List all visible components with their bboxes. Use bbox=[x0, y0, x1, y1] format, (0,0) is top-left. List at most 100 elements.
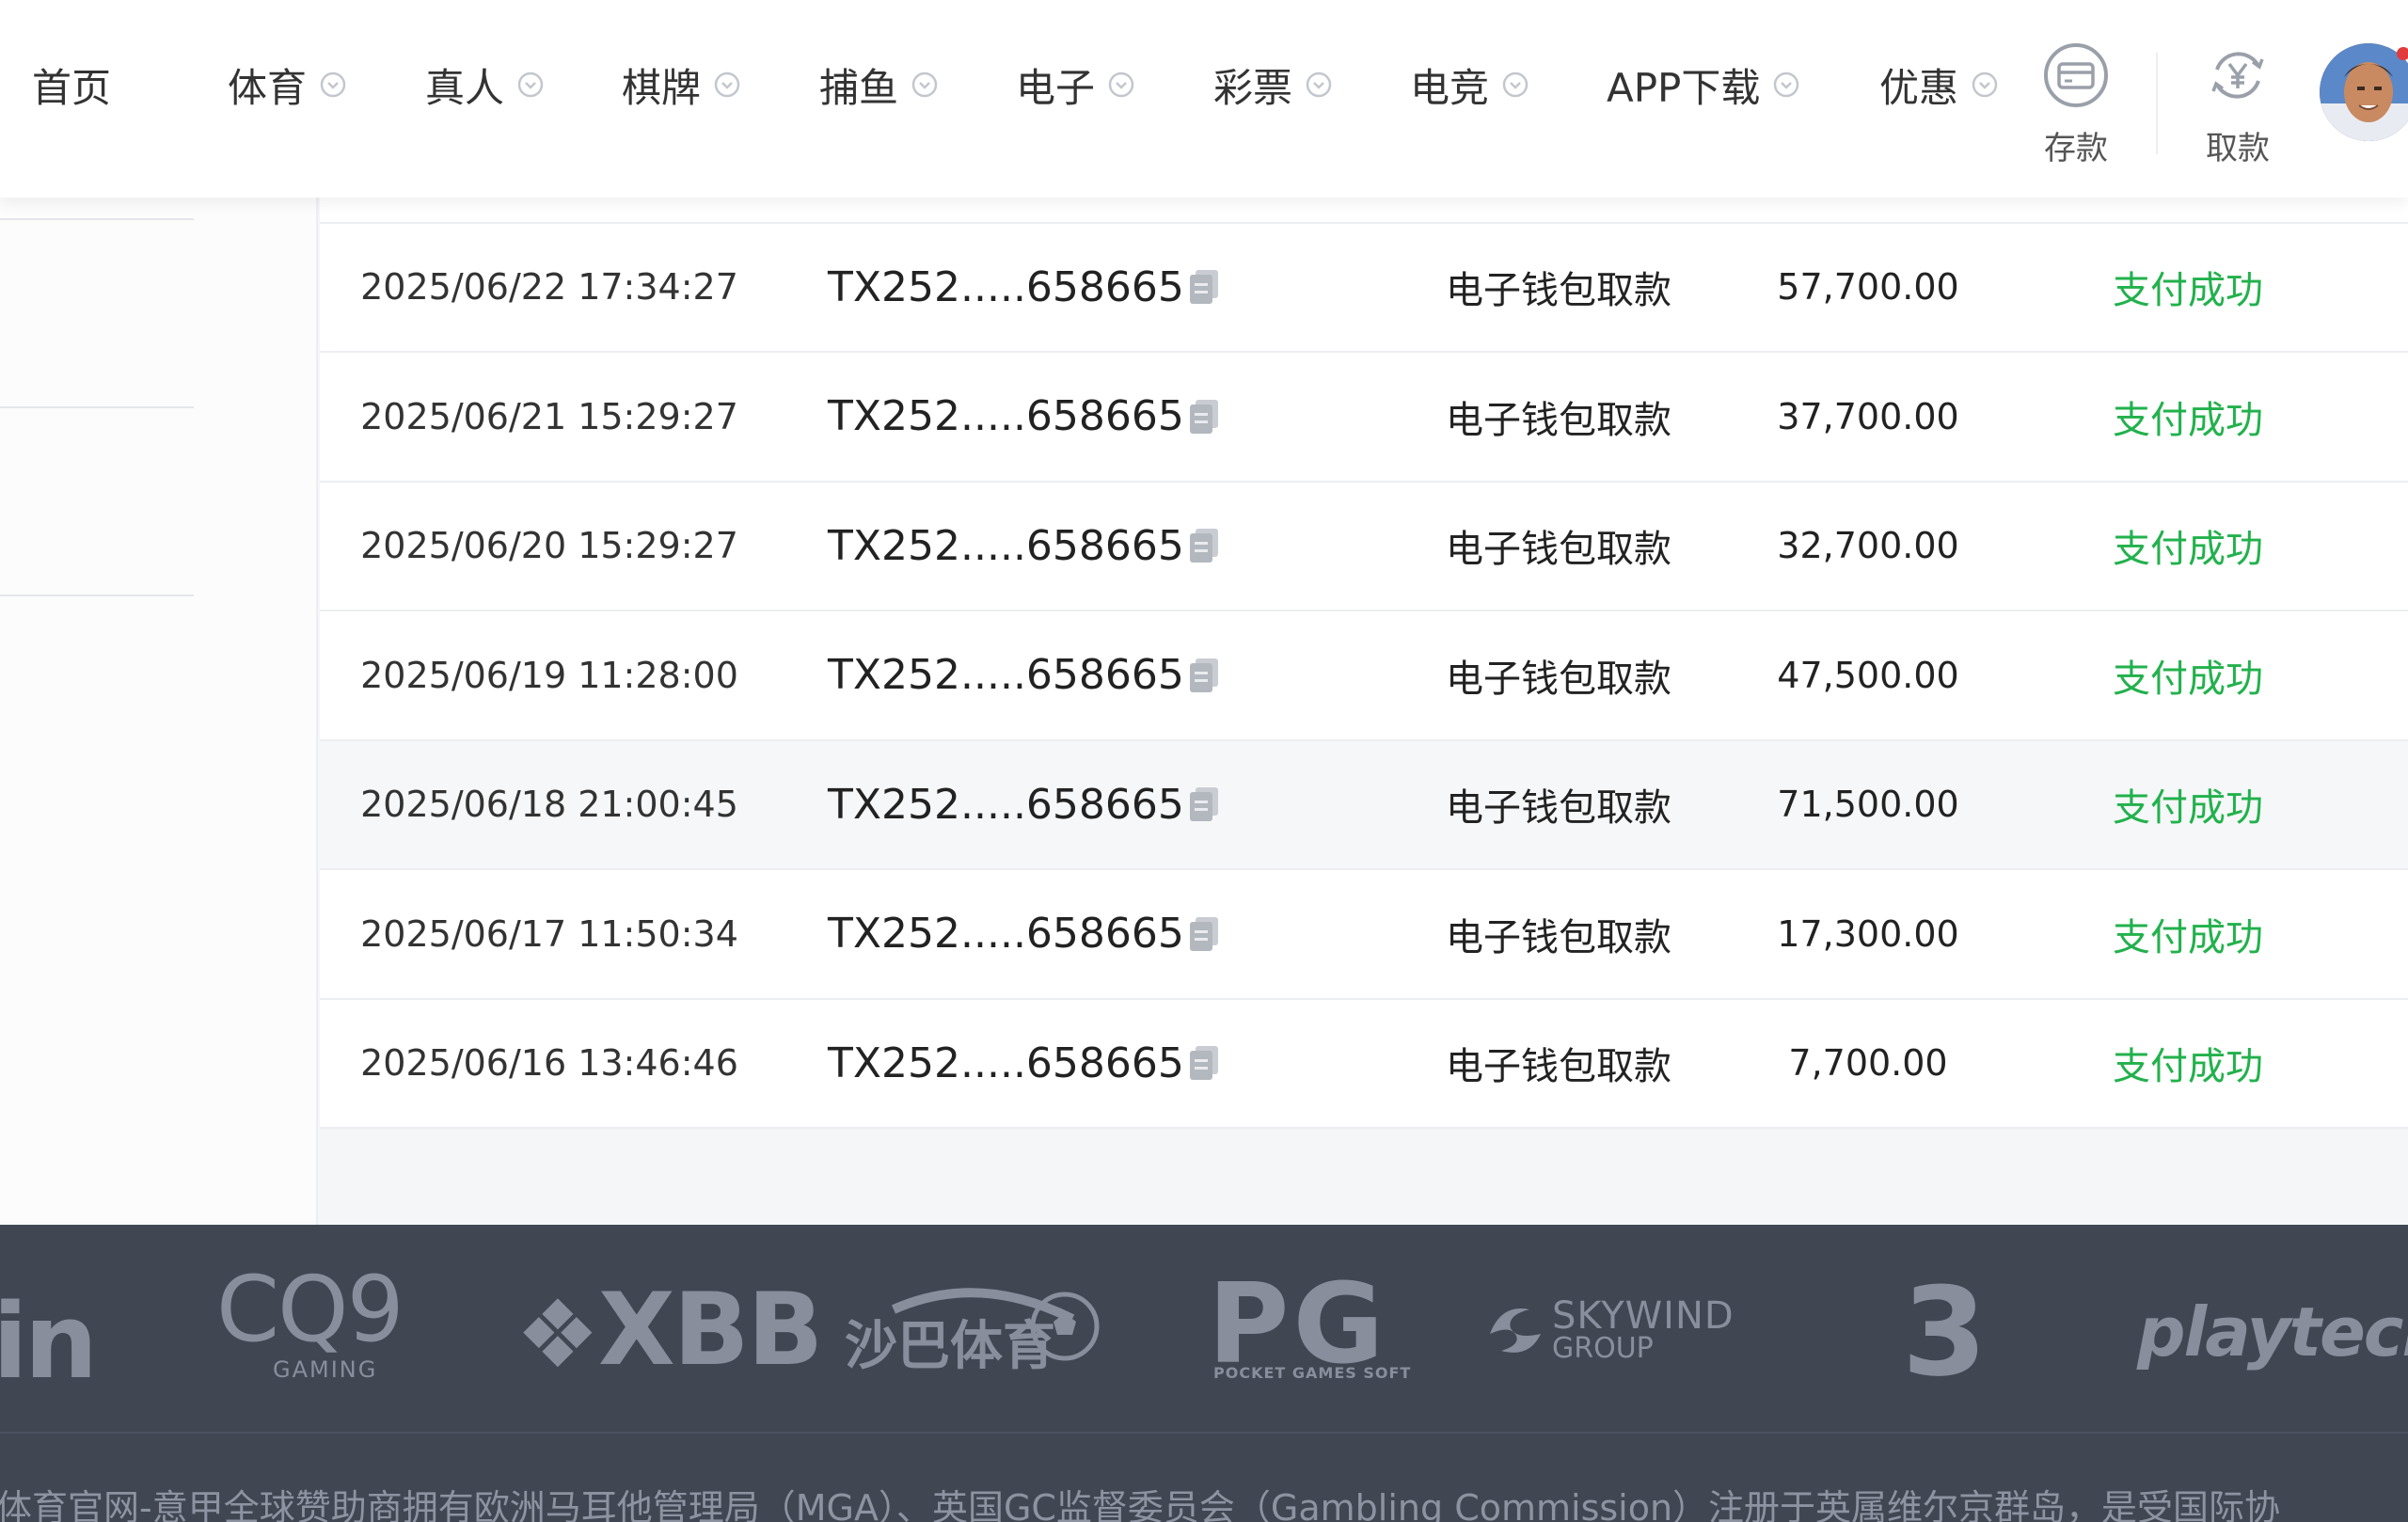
footer-divider bbox=[0, 1432, 2408, 1434]
record-status: 支付成功 bbox=[2113, 269, 2263, 313]
nav-label: APP下载 bbox=[1607, 64, 1761, 111]
nav-label: 彩票 bbox=[1213, 64, 1293, 111]
copy-button[interactable] bbox=[1185, 483, 1223, 610]
copy-button[interactable] bbox=[1185, 870, 1223, 998]
table-row: 2025/06/22 17:34:27 TX252.....658665 电子钱… bbox=[320, 223, 2408, 353]
record-tx-id: TX252.....658665 bbox=[828, 651, 1184, 700]
record-tx-id: TX252.....658665 bbox=[828, 521, 1184, 570]
record-tx-id: TX252.....658665 bbox=[828, 262, 1184, 311]
copy-button[interactable] bbox=[1185, 741, 1223, 869]
table-row: 2025/06/17 11:50:34 TX252.....658665 电子钱… bbox=[320, 870, 2408, 1000]
chevron-circle-icon bbox=[320, 71, 346, 98]
copy-button[interactable] bbox=[1185, 1000, 1223, 1128]
record-tx-id: TX252.....658665 bbox=[828, 1038, 1184, 1087]
nav-label: 电子 bbox=[1016, 64, 1096, 111]
top-nav: 首页 体育 真人 棋牌 捕鱼 电子 彩票 电竞 APP下载 优惠 存款 取款 bbox=[0, 0, 2408, 198]
sidebar-divider bbox=[0, 406, 194, 408]
chevron-circle-icon bbox=[1972, 71, 1998, 98]
partner-logo-xbb: XBB bbox=[598, 1272, 823, 1387]
nav-sports[interactable]: 体育 bbox=[228, 56, 346, 113]
nav-app-download[interactable]: APP下载 bbox=[1607, 56, 1799, 113]
legal-text: 体育官网-意甲全球赞助商拥有欧洲马耳他管理局（MGA）、英国GC监督委员会（Ga… bbox=[0, 1487, 2281, 1522]
record-time: 2025/06/19 11:28:00 bbox=[360, 654, 738, 696]
record-amount: 71,500.00 bbox=[1777, 784, 1959, 826]
table-row: 2025/06/21 15:29:27 TX252.....658665 电子钱… bbox=[320, 353, 2408, 483]
avatar[interactable] bbox=[2320, 43, 2408, 141]
nav-esports[interactable]: 电竞 bbox=[1410, 56, 1529, 113]
record-type: 电子钱包取款 bbox=[1446, 528, 1671, 572]
footer: in CQ9 GAMING ❖ XBB 沙巴体育 PG POCKET GAMES… bbox=[0, 1225, 2408, 1522]
nav-label: 捕鱼 bbox=[819, 64, 899, 111]
copy-icon bbox=[1190, 787, 1218, 822]
chevron-circle-icon bbox=[1108, 71, 1134, 98]
partner-logo-skywind-sub: GROUP bbox=[1552, 1332, 1654, 1365]
record-type: 电子钱包取款 bbox=[1446, 398, 1671, 442]
nav-label: 真人 bbox=[425, 64, 505, 111]
partner-logo-playtech: playtech bbox=[2137, 1292, 2408, 1371]
record-status: 支付成功 bbox=[2113, 1045, 2263, 1089]
nav-lottery[interactable]: 彩票 bbox=[1213, 56, 1332, 113]
copy-button[interactable] bbox=[1185, 611, 1223, 739]
partner-logo-xbb-mark: ❖ bbox=[515, 1279, 600, 1389]
nav-fishing[interactable]: 捕鱼 bbox=[819, 56, 938, 113]
record-amount: 47,500.00 bbox=[1777, 654, 1959, 696]
nav-label: 电竞 bbox=[1410, 64, 1490, 111]
notification-dot bbox=[2397, 47, 2408, 60]
partner-logo: in bbox=[0, 1281, 98, 1402]
record-amount: 37,700.00 bbox=[1777, 395, 1959, 437]
chevron-circle-icon bbox=[517, 71, 544, 98]
record-amount: 7,700.00 bbox=[1788, 1042, 1948, 1085]
table-row: 2025/06/16 13:46:46 TX252.....658665 电子钱… bbox=[320, 999, 2408, 1129]
record-type: 电子钱包取款 bbox=[1446, 269, 1671, 313]
record-type: 电子钱包取款 bbox=[1446, 657, 1671, 701]
copy-button[interactable] bbox=[1185, 224, 1223, 352]
deposit-button[interactable]: 存款 bbox=[2024, 41, 2128, 168]
record-time: 2025/06/16 13:46:46 bbox=[360, 1042, 738, 1085]
record-time: 2025/06/17 11:50:34 bbox=[360, 912, 738, 955]
copy-icon bbox=[1190, 916, 1218, 951]
record-time: 2025/06/20 15:29:27 bbox=[360, 525, 738, 567]
record-amount: 17,300.00 bbox=[1777, 912, 1959, 955]
copy-icon bbox=[1190, 399, 1218, 434]
record-amount: 32,700.00 bbox=[1777, 525, 1959, 567]
copy-button[interactable] bbox=[1185, 353, 1223, 481]
header-divider bbox=[2156, 53, 2158, 154]
nav-promotions[interactable]: 优惠 bbox=[1879, 56, 1998, 113]
nav-live-casino[interactable]: 真人 bbox=[425, 56, 544, 113]
chevron-circle-icon bbox=[1306, 71, 1332, 98]
nav-label: 体育 bbox=[228, 64, 308, 111]
record-status: 支付成功 bbox=[2113, 657, 2263, 701]
table-row: 2025/06/18 21:00:45 TX252.....658665 电子钱… bbox=[320, 740, 2408, 870]
record-time: 2025/06/21 15:29:27 bbox=[360, 395, 738, 437]
table-row: 2025/06/20 15:29:27 TX252.....658665 电子钱… bbox=[320, 482, 2408, 611]
record-type: 电子钱包取款 bbox=[1446, 915, 1671, 959]
partner-logo-cq9: CQ9 bbox=[216, 1257, 404, 1362]
withdraw-yen-icon bbox=[2211, 52, 2264, 99]
partner-logo-3: 3 bbox=[1902, 1260, 1988, 1403]
chevron-circle-icon bbox=[714, 71, 740, 98]
deposit-label: 存款 bbox=[2044, 130, 2108, 167]
partner-logo-cq9-sub: GAMING bbox=[273, 1356, 378, 1383]
nav-label: 棋牌 bbox=[622, 64, 702, 111]
record-amount: 57,700.00 bbox=[1777, 266, 1959, 309]
record-time: 2025/06/22 17:34:27 bbox=[360, 266, 738, 309]
copy-icon bbox=[1190, 270, 1218, 305]
record-status: 支付成功 bbox=[2113, 528, 2263, 572]
withdraw-label: 取款 bbox=[2206, 130, 2270, 167]
table-row: 2025/06/19 11:28:00 TX252.....658665 电子钱… bbox=[320, 611, 2408, 741]
chevron-circle-icon bbox=[1774, 71, 1799, 98]
sidebar-divider bbox=[0, 218, 194, 220]
record-tx-id: TX252.....658665 bbox=[828, 392, 1184, 441]
chevron-circle-icon bbox=[1502, 71, 1529, 98]
record-time: 2025/06/18 21:00:45 bbox=[360, 784, 738, 826]
nav-home[interactable]: 首页 bbox=[32, 56, 111, 113]
nav-cards[interactable]: 棋牌 bbox=[622, 56, 740, 113]
record-tx-id: TX252.....658665 bbox=[828, 910, 1184, 959]
copy-icon bbox=[1190, 658, 1218, 692]
user-avatar-image bbox=[2320, 43, 2408, 141]
nav-slots[interactable]: 电子 bbox=[1016, 56, 1134, 113]
withdraw-button[interactable]: 取款 bbox=[2186, 41, 2289, 168]
copy-icon bbox=[1190, 1046, 1218, 1081]
nav-label: 优惠 bbox=[1879, 64, 1959, 111]
record-type: 电子钱包取款 bbox=[1446, 786, 1671, 831]
